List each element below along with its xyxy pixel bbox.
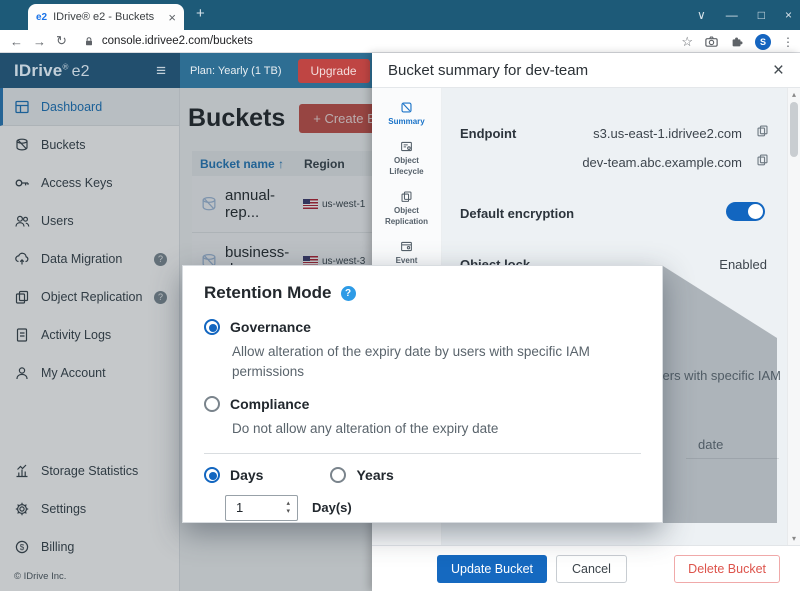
unit-label: Days xyxy=(230,467,263,483)
option-label: Governance xyxy=(230,319,311,335)
summary-icon xyxy=(400,101,413,114)
background-divider xyxy=(686,458,779,459)
help-icon[interactable]: ? xyxy=(341,286,356,301)
delete-bucket-button[interactable]: Delete Bucket xyxy=(674,555,780,583)
scrollbar-thumb[interactable] xyxy=(790,102,798,157)
copy-icon[interactable] xyxy=(756,124,769,137)
browser-titlebar: e2 IDrive® e2 - Buckets × + ∨ — □ × xyxy=(0,0,800,30)
maximize-icon[interactable]: □ xyxy=(758,8,765,22)
stepper-arrows[interactable]: ▴▾ xyxy=(286,500,297,515)
modal-divider xyxy=(204,453,641,454)
endpoint-label: Endpoint xyxy=(460,126,516,141)
close-window-icon[interactable]: × xyxy=(785,8,792,22)
browser-urlbar: ← → ↻ console.idrivee2.com/buckets ☆ S ⋮ xyxy=(0,30,800,53)
panel-close-icon[interactable]: × xyxy=(773,61,784,80)
compliance-option[interactable]: Compliance xyxy=(204,396,641,412)
endpoint-value: dev-team.abc.example.com xyxy=(582,155,742,170)
extensions-icon[interactable] xyxy=(730,35,744,49)
object-lock-value: Enabled xyxy=(719,257,767,272)
retention-days-input[interactable] xyxy=(226,500,286,515)
default-encryption-label: Default encryption xyxy=(460,206,574,221)
upgrade-button[interactable]: Upgrade xyxy=(298,59,370,83)
more-menu-icon[interactable]: ⋮ xyxy=(782,35,794,49)
option-description: Allow alteration of the expiry date by u… xyxy=(232,342,622,381)
radio-unselected-icon[interactable] xyxy=(330,467,346,483)
option-description: Do not allow any alteration of the expir… xyxy=(232,419,622,439)
minimize-icon[interactable]: — xyxy=(726,8,738,22)
camera-icon[interactable] xyxy=(704,34,719,49)
back-icon[interactable]: ← xyxy=(10,34,23,49)
background-text-fragment: date xyxy=(698,437,723,452)
event-icon xyxy=(400,240,413,253)
hamburger-menu-icon[interactable]: ≡ xyxy=(156,61,166,81)
tab-title: IDrive® e2 - Buckets xyxy=(53,11,162,23)
radio-unselected-icon[interactable] xyxy=(204,396,220,412)
days-option[interactable]: Days xyxy=(204,467,263,483)
reload-icon[interactable]: ↻ xyxy=(56,33,67,49)
bookmark-star-icon[interactable]: ☆ xyxy=(681,34,693,50)
panel-scrollbar[interactable]: ▴ ▾ xyxy=(787,88,800,545)
option-label: Compliance xyxy=(230,396,309,412)
lock-icon xyxy=(83,35,95,48)
years-option[interactable]: Years xyxy=(330,467,393,483)
object-lifecycle-icon xyxy=(400,140,413,153)
panel-title: Bucket summary for dev-team xyxy=(388,62,588,79)
forward-icon[interactable]: → xyxy=(33,34,46,49)
browser-tab[interactable]: e2 IDrive® e2 - Buckets × xyxy=(28,4,184,30)
endpoint-value: s3.us-east-1.idrivee2.com xyxy=(593,126,742,141)
new-tab-icon[interactable]: + xyxy=(196,5,205,22)
tab-object-lifecycle[interactable]: Object Lifecycle xyxy=(372,133,441,183)
browser-window: e2 IDrive® e2 - Buckets × + ∨ — □ × ← → … xyxy=(0,0,800,591)
idrive-logo: IDrive®e2 xyxy=(14,61,90,81)
plan-label: Plan: Yearly (1 TB) xyxy=(190,65,282,77)
retention-mode-modal: Retention Mode ? Governance Allow altera… xyxy=(182,265,663,523)
encryption-toggle[interactable] xyxy=(726,202,765,221)
chevron-down-icon[interactable]: ∨ xyxy=(697,8,706,22)
background-text-fragment: ers with specific IAM xyxy=(663,368,781,383)
scroll-down-icon[interactable]: ▾ xyxy=(788,534,800,543)
unit-suffix-label: Day(s) xyxy=(312,500,352,515)
app-logo-bar: IDrive®e2 ≡ xyxy=(0,53,180,88)
modal-title: Retention Mode xyxy=(204,283,332,303)
tab-summary[interactable]: Summary xyxy=(372,94,441,133)
scroll-up-icon[interactable]: ▴ xyxy=(788,90,800,99)
panel-footer: Update Bucket Cancel Delete Bucket xyxy=(372,545,800,591)
retention-days-stepper[interactable]: ▴▾ xyxy=(225,495,298,521)
e2-favicon-icon: e2 xyxy=(36,12,47,23)
unit-label: Years xyxy=(356,467,393,483)
stepper-down-icon[interactable]: ▾ xyxy=(286,508,290,516)
object-replication-icon xyxy=(400,190,413,203)
governance-option[interactable]: Governance xyxy=(204,319,641,335)
tab-close-icon[interactable]: × xyxy=(168,10,176,25)
url-text[interactable]: console.idrivee2.com/buckets xyxy=(102,35,253,47)
radio-selected-icon[interactable] xyxy=(204,319,220,335)
profile-avatar[interactable]: S xyxy=(755,34,771,50)
cancel-button[interactable]: Cancel xyxy=(556,555,627,583)
copy-icon[interactable] xyxy=(756,153,769,166)
update-bucket-button[interactable]: Update Bucket xyxy=(437,555,547,583)
radio-selected-icon[interactable] xyxy=(204,467,220,483)
app-root: IDrive®e2 ≡ Plan: Yearly (1 TB) Upgrade … xyxy=(0,53,800,591)
tab-object-replication[interactable]: Object Replication xyxy=(372,183,441,233)
stepper-up-icon[interactable]: ▴ xyxy=(286,500,290,508)
